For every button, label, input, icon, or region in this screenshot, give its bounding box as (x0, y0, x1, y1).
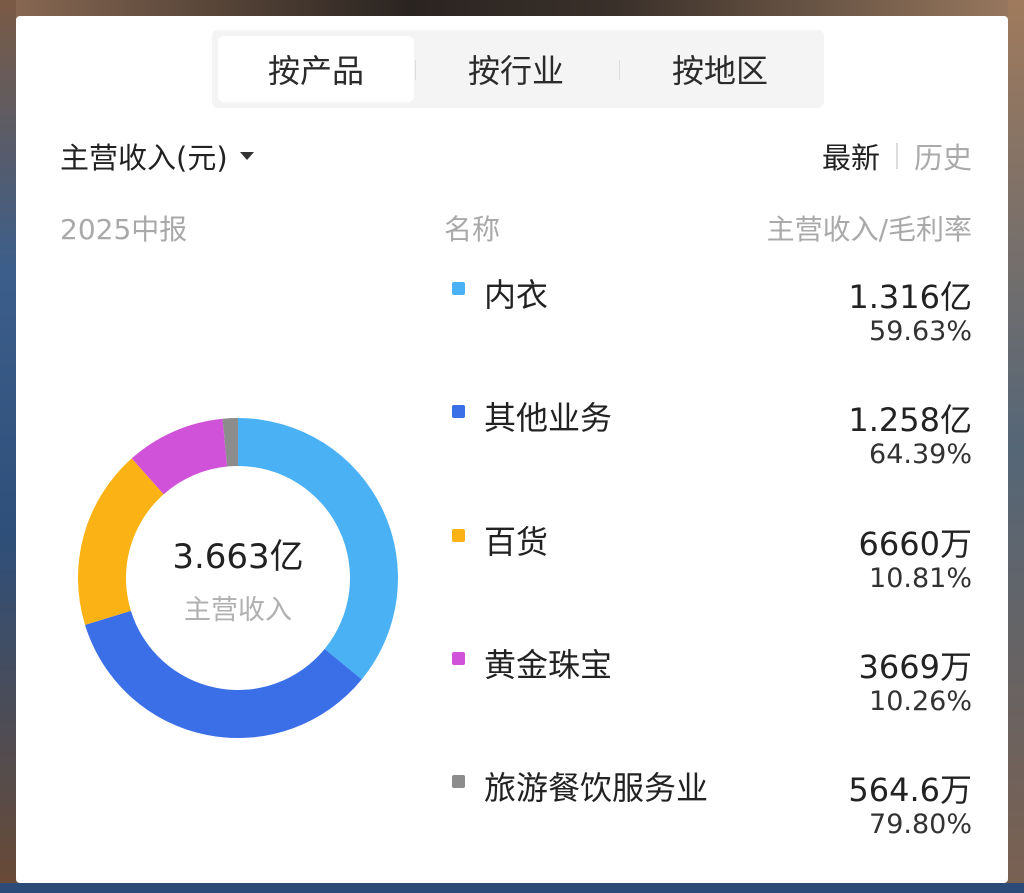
toggle-divider (895, 143, 898, 169)
tab-bar: 按产品 按行业 按地区 (212, 30, 824, 108)
total-revenue-value: 3.663亿 (172, 537, 304, 577)
list-item[interactable]: 其他业务 1.258亿 64.39% (444, 393, 972, 503)
report-period-label: 2025中报 (60, 213, 188, 246)
period-toggle: 最新 历史 (822, 136, 972, 176)
item-margin: 10.26% (869, 686, 972, 717)
column-header-value: 主营收入/毛利率 (766, 213, 972, 246)
item-name: 百货 (484, 523, 549, 561)
item-margin: 59.63% (869, 316, 972, 347)
list-item[interactable]: 内衣 1.316亿 59.63% (444, 270, 972, 380)
total-revenue-label: 主营收入 (184, 595, 292, 626)
legend-swatch (452, 529, 465, 542)
history-toggle[interactable]: 历史 (914, 135, 972, 177)
revenue-breakdown-card: 按产品 按行业 按地区 主营收入(元) 最新 历史 2025中报 名称 主营收入… (16, 16, 1008, 883)
item-revenue: 1.316亿 (848, 278, 972, 316)
item-margin: 10.81% (869, 563, 972, 594)
item-margin: 64.39% (869, 439, 972, 470)
legend-swatch (452, 282, 465, 295)
item-revenue: 564.6万 (848, 771, 972, 809)
tab-by-product[interactable]: 按产品 (218, 36, 414, 102)
item-margin: 79.80% (869, 809, 972, 840)
column-header-name: 名称 (444, 213, 501, 246)
caret-down-icon (239, 152, 254, 160)
item-revenue: 1.258亿 (848, 401, 972, 439)
item-name: 内衣 (484, 276, 549, 314)
list-item[interactable]: 百货 6660万 10.81% (444, 517, 972, 627)
tab-divider (415, 60, 416, 80)
metric-dropdown-label: 主营收入(元) (60, 141, 228, 175)
legend-swatch (452, 405, 465, 418)
tab-by-industry[interactable]: 按行业 (418, 36, 614, 102)
item-revenue: 6660万 (858, 525, 972, 563)
tab-divider (619, 60, 620, 80)
item-name: 黄金珠宝 (484, 646, 613, 684)
legend-swatch (452, 775, 465, 788)
item-name: 旅游餐饮服务业 (484, 769, 709, 807)
donut-center: 3.663亿 主营收入 (48, 388, 428, 768)
list-item[interactable]: 旅游餐饮服务业 564.6万 79.80% (444, 763, 972, 873)
item-name: 其他业务 (484, 399, 613, 437)
legend-swatch (452, 652, 465, 665)
latest-toggle[interactable]: 最新 (822, 135, 880, 177)
tab-by-region[interactable]: 按地区 (622, 36, 818, 102)
item-revenue: 3669万 (858, 648, 972, 686)
metric-dropdown[interactable]: 主营收入(元) (60, 136, 254, 176)
list-item[interactable]: 黄金珠宝 3669万 10.26% (444, 640, 972, 750)
